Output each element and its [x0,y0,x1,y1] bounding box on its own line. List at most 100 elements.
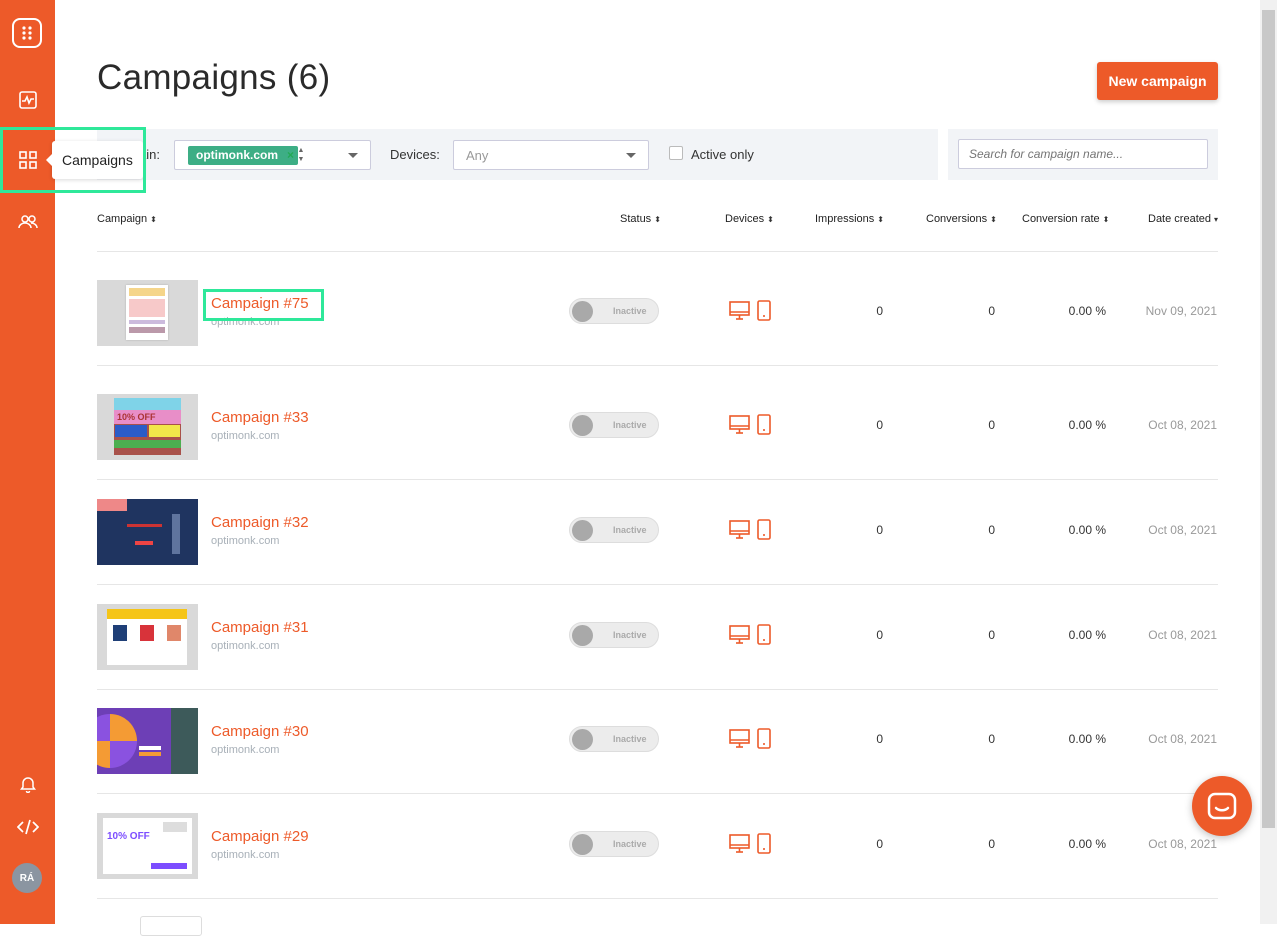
status-toggle[interactable]: Inactive [569,298,659,324]
impressions-value: 0 [876,628,883,642]
conversion-rate-value: 0.00 % [1068,418,1106,432]
conversions-value: 0 [988,837,995,851]
impressions-value: 0 [876,304,883,318]
col-status-label: Status [620,213,652,225]
sort-icon: ⬍ [150,215,157,224]
campaign-name-link[interactable]: Campaign #31 [211,619,309,636]
devices-cell [729,414,773,436]
row-divider [97,365,1218,366]
search-input[interactable] [958,139,1208,169]
sort-icon: ⬍ [1102,215,1110,224]
campaign-domain: optimonk.com [211,849,280,861]
campaign-name-link[interactable]: Campaign #33 [211,409,309,426]
col-date-created[interactable]: Date created ▾ [1148,213,1218,225]
mobile-icon [757,833,771,854]
status-toggle[interactable]: Inactive [569,831,659,857]
campaign-name-link[interactable]: Campaign #30 [211,723,309,740]
conversions-value: 0 [988,523,995,537]
devices-label: Devices: [390,147,440,162]
sort-desc-icon: ▾ [1213,215,1218,224]
row-divider [97,584,1218,585]
filter-bar: ain: optimonk.com × ▲ ▼ Devices: Any Activ… [97,129,938,180]
pagination-select[interactable] [140,916,202,936]
conversions-value: 0 [988,628,995,642]
campaign-thumbnail[interactable] [97,280,198,346]
desktop-icon [729,729,750,748]
campaign-name-link[interactable]: Campaign #75 [211,295,309,312]
row-divider [97,479,1218,480]
status-label: Inactive [613,525,647,535]
col-conversion-rate[interactable]: Conversion rate ⬍ [1022,213,1109,225]
conversion-rate-value: 0.00 % [1068,628,1106,642]
date-created-value: Oct 08, 2021 [1148,418,1217,432]
status-toggle[interactable]: Inactive [569,412,659,438]
campaign-domain: optimonk.com [211,430,280,442]
status-toggle[interactable]: Inactive [569,726,659,752]
desktop-icon [729,415,750,434]
campaign-domain: optimonk.com [211,535,280,547]
desktop-icon [729,834,750,853]
devices-cell [729,519,773,541]
status-label: Inactive [613,734,647,744]
analytics-icon[interactable] [0,80,55,120]
active-only-label: Active only [691,147,754,162]
chevron-down-icon [348,153,358,158]
devices-select[interactable]: Any [453,140,649,170]
campaign-thumbnail[interactable] [97,499,198,565]
users-icon[interactable] [0,202,55,242]
impressions-value: 0 [876,418,883,432]
col-impressions-label: Impressions [815,213,875,225]
campaigns-tooltip: Campaigns [46,141,143,179]
date-created-value: Nov 09, 2021 [1145,304,1217,318]
sort-icon: ⬍ [990,215,997,224]
chat-widget-button[interactable] [1192,776,1252,836]
logo-icon[interactable] [12,18,42,48]
conversion-rate-value: 0.00 % [1068,523,1106,537]
scrollbar-thumb[interactable] [1262,10,1275,828]
avatar[interactable]: RÁ [12,863,42,893]
conversion-rate-value: 0.00 % [1068,304,1106,318]
new-campaign-button[interactable]: New campaign [1097,62,1218,100]
sort-icon: ⬍ [654,215,661,224]
devices-cell [729,833,773,855]
devices-cell [729,728,773,750]
domain-chip-label: optimonk.com [196,148,279,162]
col-devices[interactable]: Devices ⬍ [725,213,774,225]
devices-cell [729,624,773,646]
active-only-checkbox[interactable] [669,146,683,160]
code-icon[interactable] [0,807,55,847]
campaign-thumbnail[interactable] [97,708,198,774]
col-impressions[interactable]: Impressions ⬍ [815,213,884,225]
desktop-icon [729,625,750,644]
chevron-down-icon [626,153,636,158]
bell-icon[interactable] [0,764,55,804]
remove-chip-icon[interactable]: × [287,146,294,165]
col-conversions[interactable]: Conversions ⬍ [926,213,997,225]
status-toggle[interactable]: Inactive [569,517,659,543]
status-label: Inactive [613,420,647,430]
domain-chip: optimonk.com × [188,146,299,165]
campaign-thumbnail[interactable]: 10% OFF [97,813,198,879]
toggle-knob [572,729,593,750]
devices-value: Any [466,148,489,163]
campaign-name-link[interactable]: Campaign #29 [211,828,309,845]
date-created-value: Oct 08, 2021 [1148,732,1217,746]
date-created-value: Oct 08, 2021 [1148,628,1217,642]
stepper-icon[interactable]: ▲ ▼ [295,146,307,165]
campaign-domain: optimonk.com [211,744,280,756]
campaign-name-link[interactable]: Campaign #32 [211,514,309,531]
status-label: Inactive [613,839,647,849]
status-toggle[interactable]: Inactive [569,622,659,648]
col-campaign[interactable]: Campaign ⬍ [97,213,157,225]
sort-icon: ⬍ [767,215,774,224]
date-created-value: Oct 08, 2021 [1148,837,1217,851]
mobile-icon [757,728,771,749]
col-status[interactable]: Status ⬍ [620,213,661,225]
conversions-value: 0 [988,304,995,318]
campaign-thumbnail[interactable]: 10% OFF [97,394,198,460]
domain-select[interactable]: optimonk.com × ▲ ▼ [174,140,371,170]
chat-icon [1207,792,1237,820]
toggle-knob [572,301,593,322]
campaign-thumbnail[interactable] [97,604,198,670]
conversions-value: 0 [988,732,995,746]
